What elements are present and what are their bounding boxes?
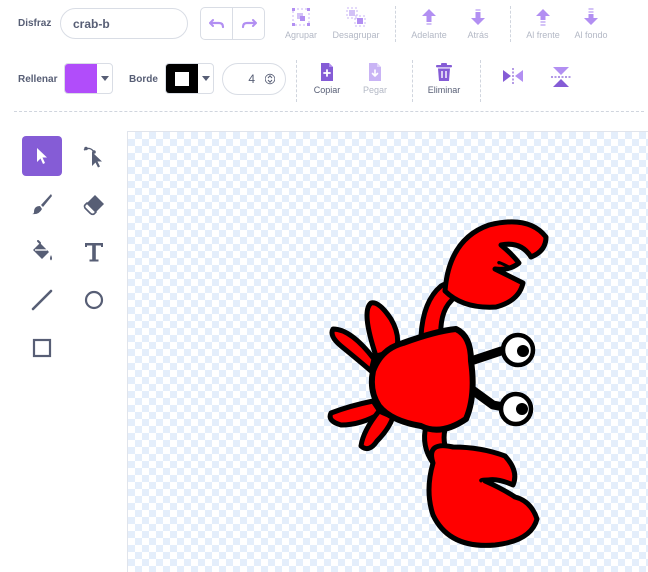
circle-tool[interactable] — [74, 280, 114, 320]
costume-name-input[interactable]: crab-b — [60, 8, 188, 39]
back-label: Al fondo — [574, 30, 608, 40]
outline-swatch — [166, 64, 198, 93]
front-icon — [536, 9, 550, 26]
paste-label: Pegar — [362, 85, 388, 95]
top-toolbar: Disfraz crab-b Agrupar Desagrupar Adelan… — [0, 0, 648, 50]
delete-button[interactable]: Eliminar — [424, 62, 464, 95]
delete-label: Eliminar — [427, 85, 461, 95]
costume-name-value: crab-b — [73, 16, 110, 31]
outline-label: Borde — [129, 74, 158, 85]
eraser-tool[interactable] — [74, 184, 114, 224]
divider — [510, 6, 511, 42]
divider — [296, 60, 297, 102]
fill-swatch — [65, 64, 97, 93]
text-icon — [85, 243, 103, 262]
chevron-down-icon — [201, 76, 210, 81]
forward-icon — [422, 9, 436, 25]
ungroup-button[interactable]: Desagrupar — [330, 7, 382, 40]
toolbar-separator — [14, 111, 644, 112]
select-arrow-icon — [37, 148, 47, 164]
rectangle-tool[interactable] — [22, 328, 62, 368]
outline-color-picker[interactable] — [165, 63, 214, 94]
undo-icon — [208, 18, 224, 28]
outline-dropdown[interactable] — [198, 64, 213, 93]
copy-label: Copiar — [313, 85, 341, 95]
group-button[interactable]: Agrupar — [280, 7, 322, 40]
brush-tool[interactable] — [22, 184, 62, 224]
outline-width-input[interactable]: 4 — [222, 63, 286, 95]
redo-icon — [241, 18, 257, 28]
rectangle-icon — [32, 338, 52, 358]
fill-label: Rellenar — [18, 74, 58, 85]
flip-horizontal-icon — [503, 68, 523, 84]
select-tool[interactable] — [22, 136, 62, 176]
text-tool[interactable] — [74, 232, 114, 272]
front-button[interactable]: Al frente — [522, 7, 564, 40]
back-button[interactable]: Al fondo — [570, 7, 612, 40]
back-icon — [584, 8, 598, 25]
paste-button[interactable]: Pegar — [358, 62, 392, 95]
line-tool[interactable] — [22, 280, 62, 320]
line-icon — [31, 289, 53, 311]
group-label: Agrupar — [284, 30, 318, 40]
copy-icon — [321, 63, 333, 81]
tool-palette — [0, 118, 126, 572]
group-icon — [292, 8, 310, 26]
fill-tool[interactable] — [22, 232, 62, 272]
flip-horizontal-button[interactable] — [502, 68, 524, 87]
fill-color-picker[interactable] — [64, 63, 113, 94]
forward-label: Adelante — [411, 30, 447, 40]
redo-button[interactable] — [232, 8, 264, 39]
front-label: Al frente — [526, 30, 560, 40]
forward-button[interactable]: Adelante — [408, 7, 450, 40]
costume-label: Disfraz — [18, 18, 52, 29]
ungroup-label: Desagrupar — [332, 30, 380, 40]
copy-button[interactable]: Copiar — [310, 62, 344, 95]
chevron-down-icon — [100, 76, 109, 81]
stepper-icon[interactable] — [265, 72, 275, 86]
paste-icon — [369, 63, 381, 81]
undo-redo-group — [200, 7, 265, 40]
backward-icon — [471, 9, 485, 25]
circle-icon — [84, 290, 104, 310]
divider — [395, 6, 396, 42]
reshape-tool[interactable] — [74, 136, 114, 176]
fill-bucket-icon — [33, 240, 52, 261]
outline-width-value: 4 — [248, 72, 255, 86]
backward-label: Atrás — [467, 30, 489, 40]
flip-vertical-button[interactable] — [550, 66, 572, 91]
fill-dropdown[interactable] — [97, 64, 112, 93]
brush-icon — [32, 194, 52, 215]
undo-button[interactable] — [201, 8, 232, 39]
crab-sprite[interactable] — [128, 132, 648, 572]
reshape-icon — [83, 146, 102, 168]
drawing-canvas[interactable] — [127, 131, 648, 572]
flip-vertical-icon — [551, 67, 571, 87]
divider — [480, 60, 481, 102]
divider — [412, 60, 413, 102]
trash-icon — [436, 63, 452, 81]
backward-button[interactable]: Atrás — [460, 7, 496, 40]
eraser-icon — [83, 195, 104, 216]
ungroup-icon — [346, 7, 366, 27]
